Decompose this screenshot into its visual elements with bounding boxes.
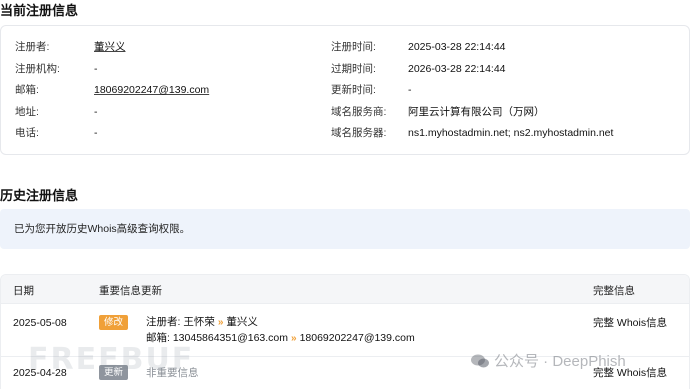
- column-important-updates: 重要信息更新: [99, 285, 162, 297]
- arrow-right-icon: »: [291, 333, 297, 344]
- expiry-date-label: 过期时间:: [331, 63, 376, 75]
- update-date-label: 更新时间:: [331, 84, 376, 96]
- row-date: 2025-05-08: [13, 317, 67, 329]
- change-registrant-label: 注册者:: [146, 316, 181, 328]
- phone-value: -: [94, 127, 98, 139]
- modify-badge: 修改: [99, 315, 129, 330]
- registrar-org-label: 注册机构:: [15, 63, 60, 75]
- wechat-watermark: 公众号 · DeepPhish: [470, 350, 626, 371]
- registration-date-value: 2025-03-28 22:14:44: [408, 41, 506, 53]
- column-full-info: 完整信息: [593, 285, 635, 297]
- nameservers-label: 域名服务器:: [331, 127, 387, 139]
- history-permission-notice: 已为您开放历史Whois高级查询权限。: [0, 209, 690, 249]
- change-email-new: 18069202247@139.com: [299, 332, 415, 344]
- table-header: 日期 重要信息更新 完整信息: [1, 275, 689, 304]
- registrar-org-value: -: [94, 63, 98, 75]
- current-registration-panel: 注册者: 董兴义 注册机构: - 邮箱: 18069202247@139.com…: [0, 25, 690, 155]
- address-label: 地址:: [15, 106, 39, 118]
- registrant-value[interactable]: 董兴义: [94, 40, 126, 54]
- change-registrant-old: 王怀荣: [183, 316, 215, 328]
- wechat-watermark-text: 公众号 · DeepPhish: [494, 353, 626, 370]
- registrar-label: 域名服务商:: [331, 106, 387, 118]
- registrant-label: 注册者:: [15, 41, 50, 53]
- address-value: -: [94, 106, 98, 118]
- current-registration-title: 当前注册信息: [0, 3, 79, 18]
- freebuf-watermark: FREEBUF: [28, 342, 195, 377]
- expiry-date-value: 2026-03-28 22:14:44: [408, 63, 506, 75]
- history-title: 历史注册信息: [0, 188, 79, 203]
- email-value[interactable]: 18069202247@139.com: [94, 83, 209, 97]
- email-label: 邮箱:: [15, 84, 39, 96]
- arrow-right-icon: »: [217, 317, 224, 328]
- update-date-value: -: [408, 84, 412, 96]
- full-whois-link[interactable]: 完整 Whois信息: [593, 316, 667, 330]
- column-date: 日期: [13, 285, 34, 297]
- nameservers-value: ns1.myhostadmin.net; ns2.myhostadmin.net: [408, 127, 614, 139]
- phone-label: 电话:: [15, 127, 39, 139]
- change-registrant: 注册者: 王怀荣» 董兴义: [146, 315, 258, 330]
- wechat-icon: [471, 354, 489, 368]
- change-registrant-new: 董兴义: [226, 316, 258, 328]
- registrar-value: 阿里云计算有限公司（万网）: [408, 106, 545, 118]
- registration-date-label: 注册时间:: [331, 41, 376, 53]
